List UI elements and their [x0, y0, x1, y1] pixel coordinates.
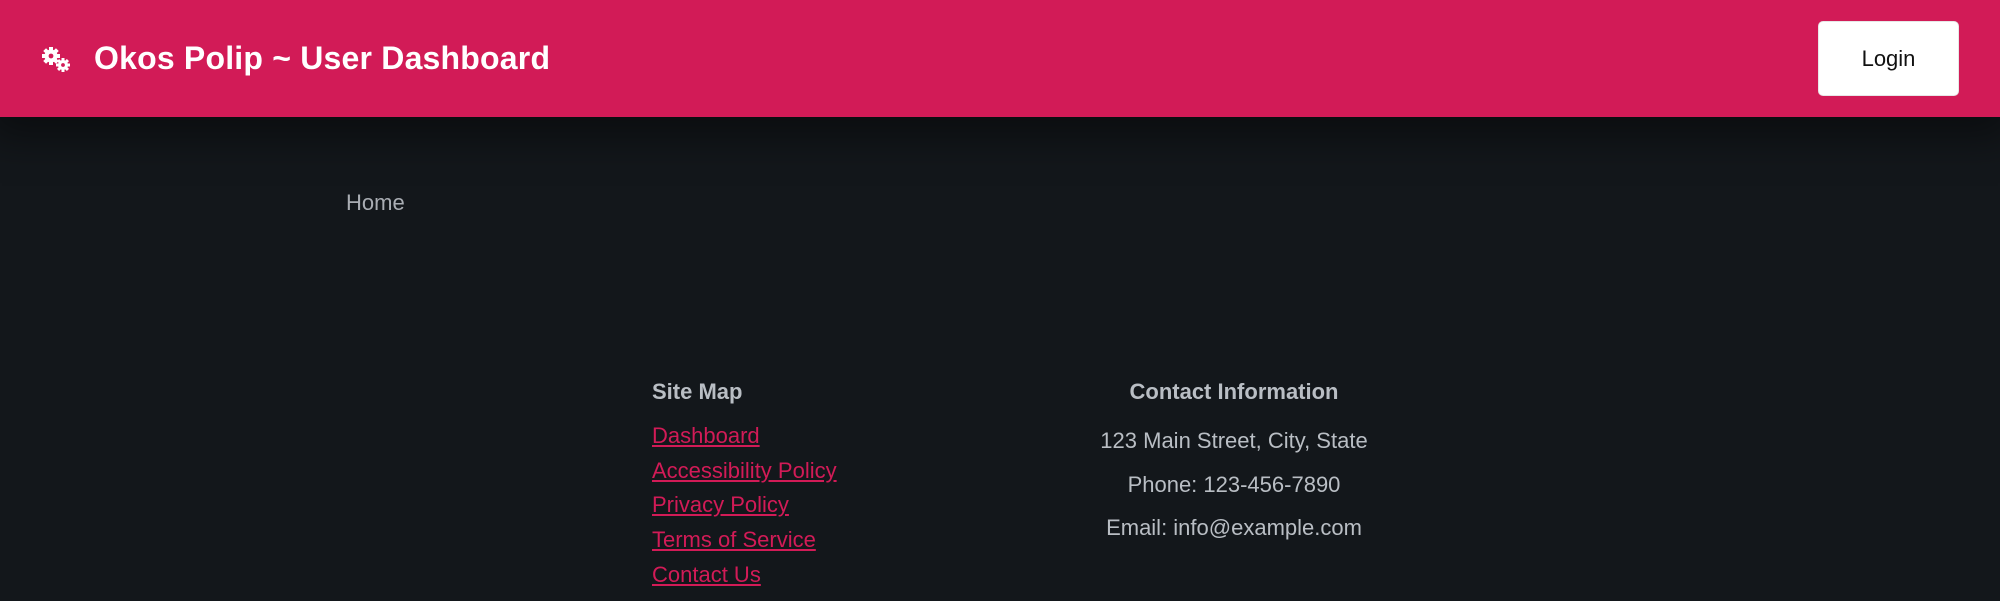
footer: Site Map Dashboard Accessibility Policy …: [0, 357, 2000, 601]
breadcrumb: Home: [346, 190, 405, 216]
contact-address: 123 Main Street, City, State: [1100, 428, 1368, 453]
sitemap-link-dashboard[interactable]: Dashboard: [652, 419, 932, 454]
gears-icon: [40, 45, 72, 73]
contact-section: Contact Information 123 Main Street, Cit…: [1034, 379, 1434, 550]
contact-heading: Contact Information: [1129, 379, 1339, 404]
sitemap-link-privacy-policy[interactable]: Privacy Policy: [652, 488, 932, 523]
sitemap-link-accessibility-policy[interactable]: Accessibility Policy: [652, 454, 932, 489]
login-button[interactable]: Login: [1818, 21, 1959, 96]
main-content: Home Site Map Dashboard Accessibility Po…: [0, 117, 2000, 601]
top-navbar: Okos Polip ~ User Dashboard Login: [0, 0, 2000, 117]
sitemap-heading: Site Map: [652, 379, 743, 404]
breadcrumb-item-home[interactable]: Home: [346, 190, 405, 215]
contact-phone: Phone: 123-456-7890: [1127, 471, 1341, 497]
page-title[interactable]: Okos Polip ~ User Dashboard: [94, 40, 550, 77]
sitemap-section: Site Map Dashboard Accessibility Policy …: [652, 379, 932, 593]
sitemap-link-contact-us[interactable]: Contact Us: [652, 558, 932, 593]
contact-email: Email: info@example.com: [1106, 515, 1362, 540]
sitemap-link-terms-of-service[interactable]: Terms of Service: [652, 523, 932, 558]
